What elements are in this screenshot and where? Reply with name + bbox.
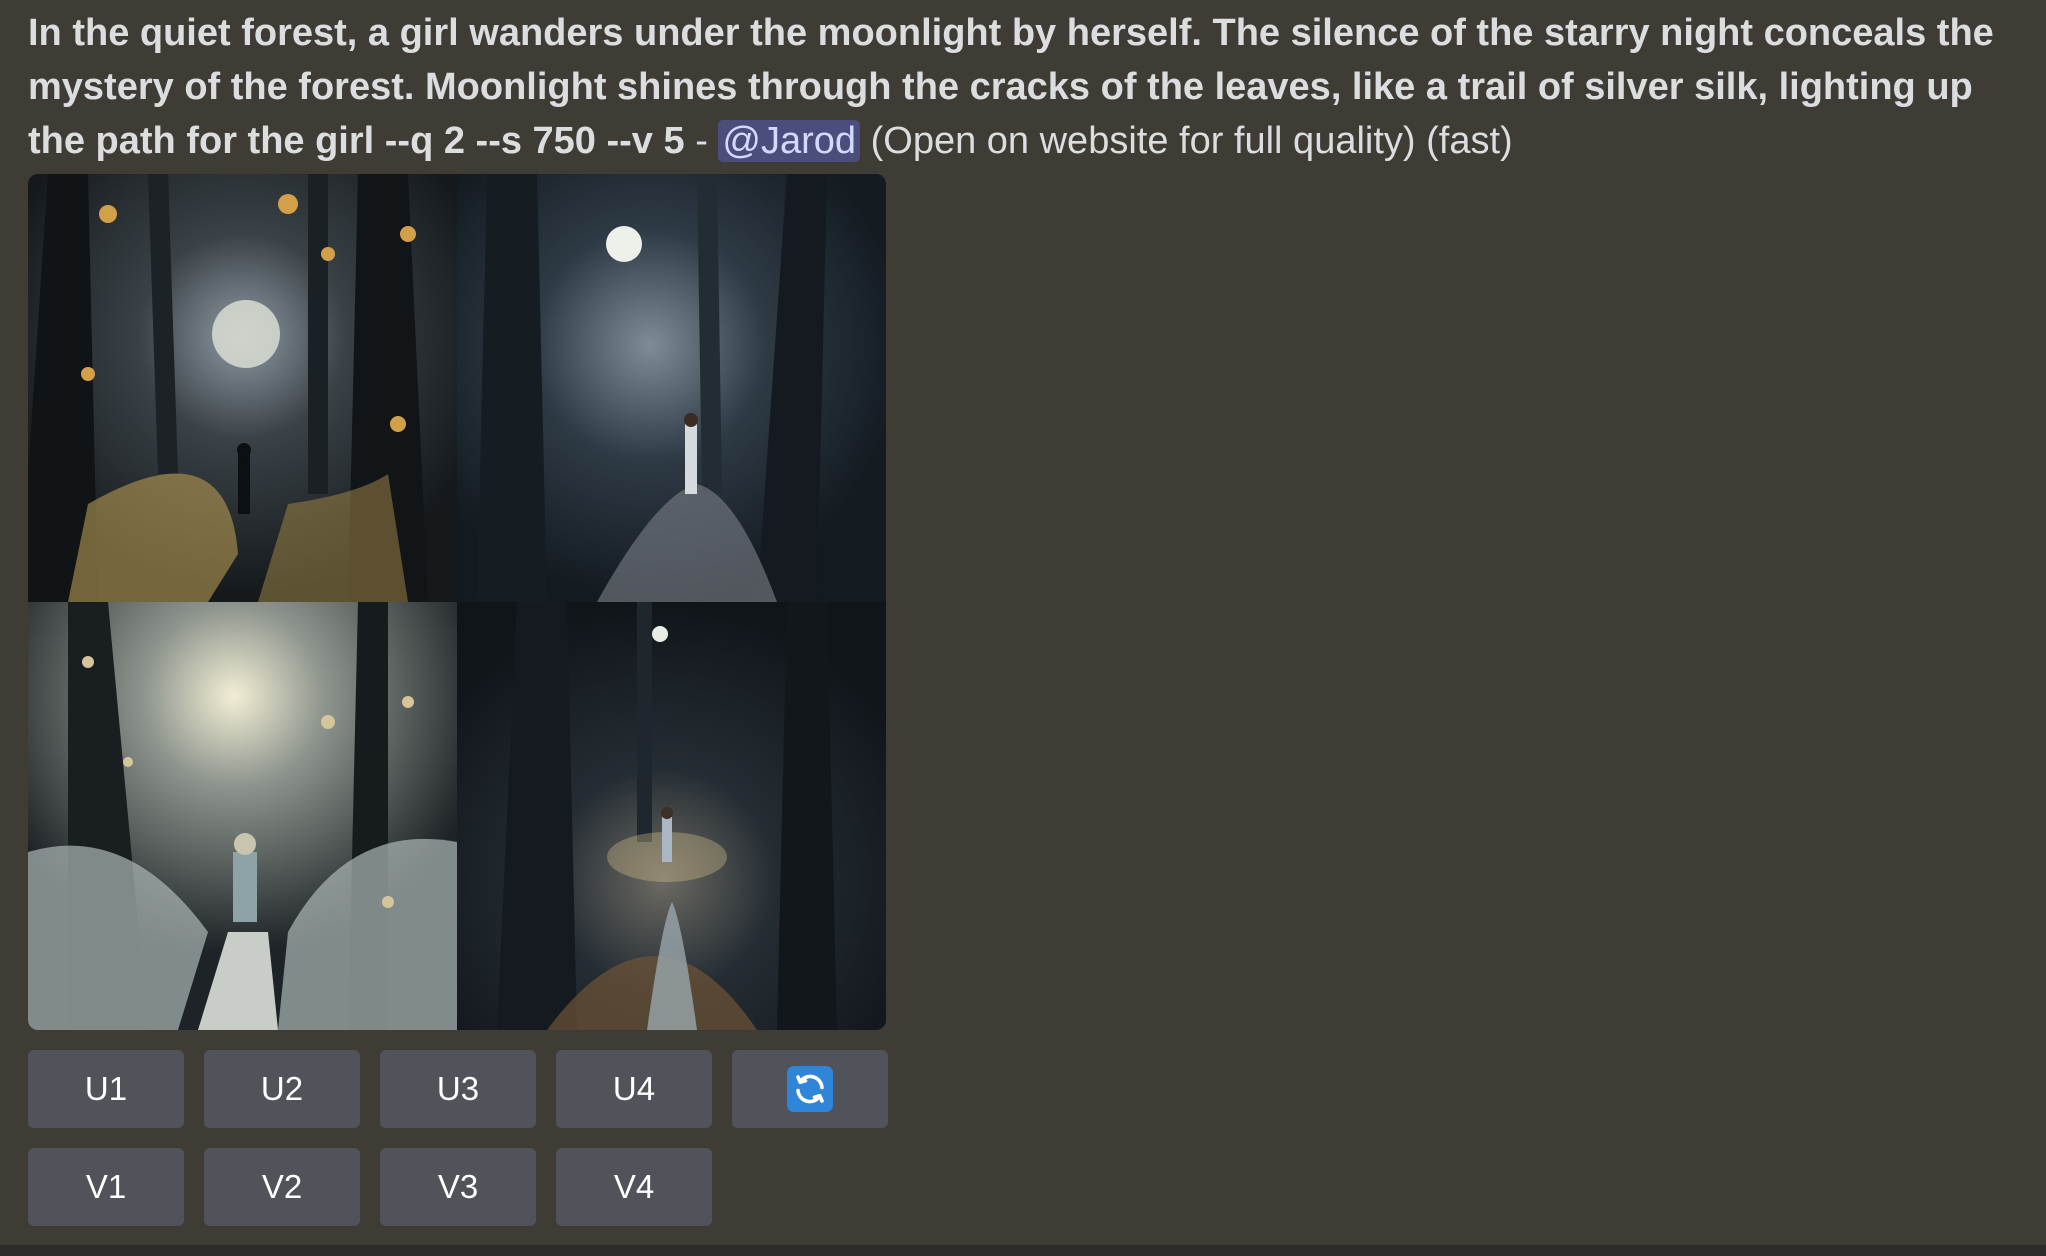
- forest-image-4[interactable]: [457, 602, 886, 1030]
- variation-button-4[interactable]: V4: [556, 1148, 712, 1226]
- forest-image-3[interactable]: [28, 602, 457, 1030]
- image-grid[interactable]: [28, 174, 886, 1030]
- upscale-button-2[interactable]: U2: [204, 1050, 360, 1128]
- upscale-button-3[interactable]: U3: [380, 1050, 536, 1128]
- variation-button-2[interactable]: V2: [204, 1148, 360, 1226]
- variation-button-row: V1 V2 V3 V4: [28, 1148, 712, 1226]
- message-content: In the quiet forest, a girl wanders unde…: [28, 6, 2038, 168]
- forest-image-2[interactable]: [457, 174, 886, 602]
- variation-button-1[interactable]: V1: [28, 1148, 184, 1226]
- refresh-icon: [787, 1066, 833, 1112]
- upscale-button-1[interactable]: U1: [28, 1050, 184, 1128]
- user-mention[interactable]: @Jarod: [718, 120, 861, 162]
- upscale-button-row: U1 U2 U3 U4: [28, 1050, 888, 1128]
- variation-button-3[interactable]: V3: [380, 1148, 536, 1226]
- forest-image-1[interactable]: [28, 174, 457, 602]
- separator: -: [684, 120, 719, 162]
- message-suffix: (Open on website for full quality) (fast…: [860, 120, 1513, 162]
- reroll-button[interactable]: [732, 1050, 888, 1128]
- bottom-divider: [0, 1245, 2046, 1256]
- upscale-button-4[interactable]: U4: [556, 1050, 712, 1128]
